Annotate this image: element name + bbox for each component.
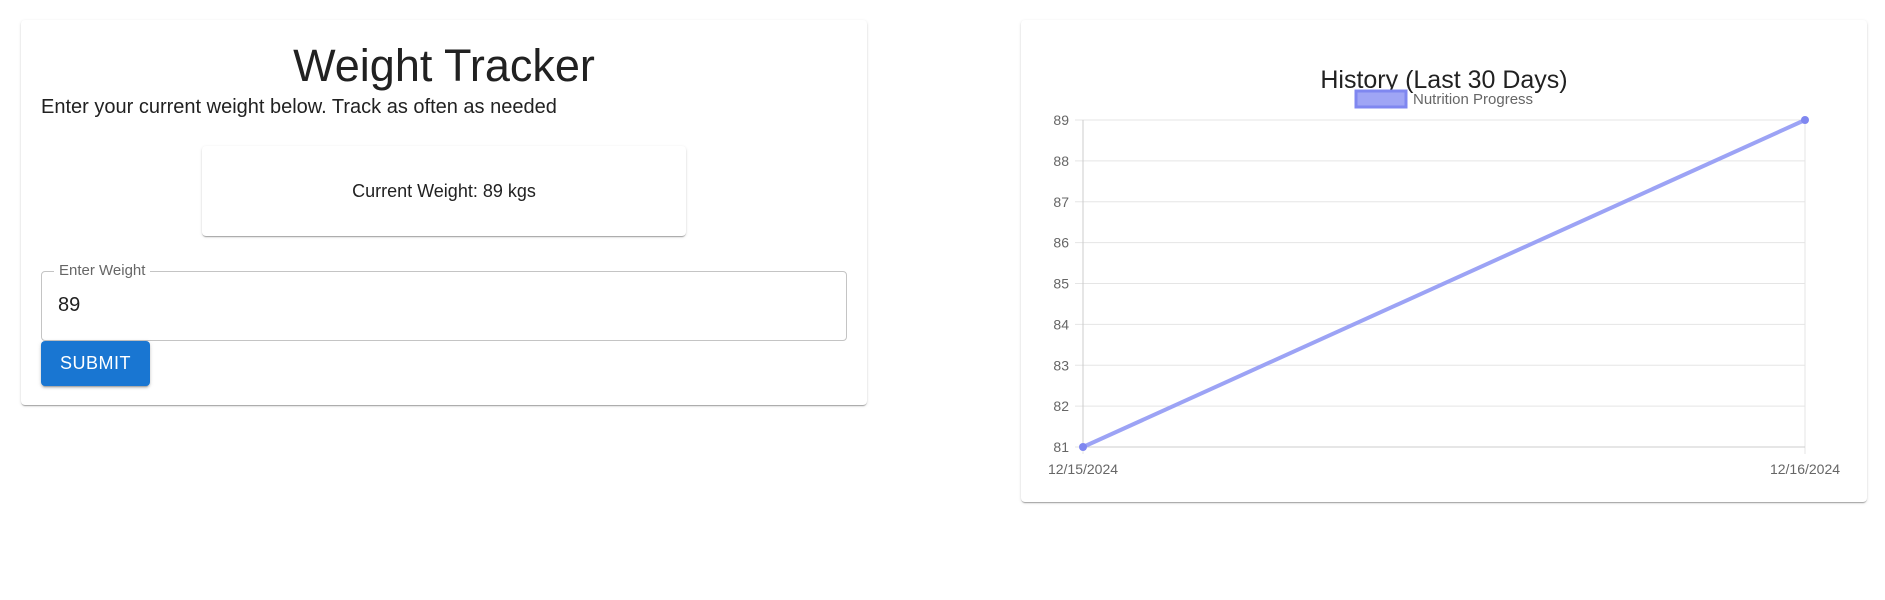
weight-history-chart: History (Last 30 Days) Nutrition Progres… [1048,66,1840,477]
submit-button[interactable]: SUBMIT [41,341,150,386]
y-tick-label: 85 [1053,276,1069,292]
page: Weight Tracker Enter your current weight… [0,0,1885,600]
data-point[interactable] [1801,116,1809,124]
y-tick-label: 84 [1053,316,1069,332]
instructions-text: Enter your current weight below. Track a… [41,96,557,118]
current-weight-text: Current Weight: 89 kgs [352,180,536,201]
page-title: Weight Tracker [293,40,595,91]
y-tick-label: 82 [1053,398,1069,414]
history-chart-card: History (Last 30 Days) Nutrition Progres… [1021,20,1867,502]
y-tick-label: 88 [1053,153,1069,169]
y-tick-label: 89 [1053,112,1069,128]
weight-input[interactable] [58,290,828,320]
legend-label: Nutrition Progress [1413,91,1533,108]
y-tick-label: 83 [1053,357,1069,373]
weight-field[interactable]: Enter Weight [41,261,847,341]
data-point[interactable] [1079,443,1087,451]
current-weight-card: Current Weight: 89 kgs [202,146,686,236]
chart-legend[interactable]: Nutrition Progress [1354,89,1533,109]
weight-field-label: Enter Weight [54,261,151,281]
legend-swatch [1354,89,1408,109]
chart-axes: 81 82 83 84 85 86 87 88 89 12/15/2024 12/16/2024 [1048,112,1840,477]
y-tick-label: 86 [1053,235,1069,251]
x-tick-label: 12/15/2024 [1048,461,1118,477]
x-tick-label: 12/16/2024 [1770,461,1840,477]
y-tick-label: 81 [1053,439,1069,455]
y-tick-label: 87 [1053,194,1069,210]
weight-tracker-card: Weight Tracker Enter your current weight… [21,20,867,405]
